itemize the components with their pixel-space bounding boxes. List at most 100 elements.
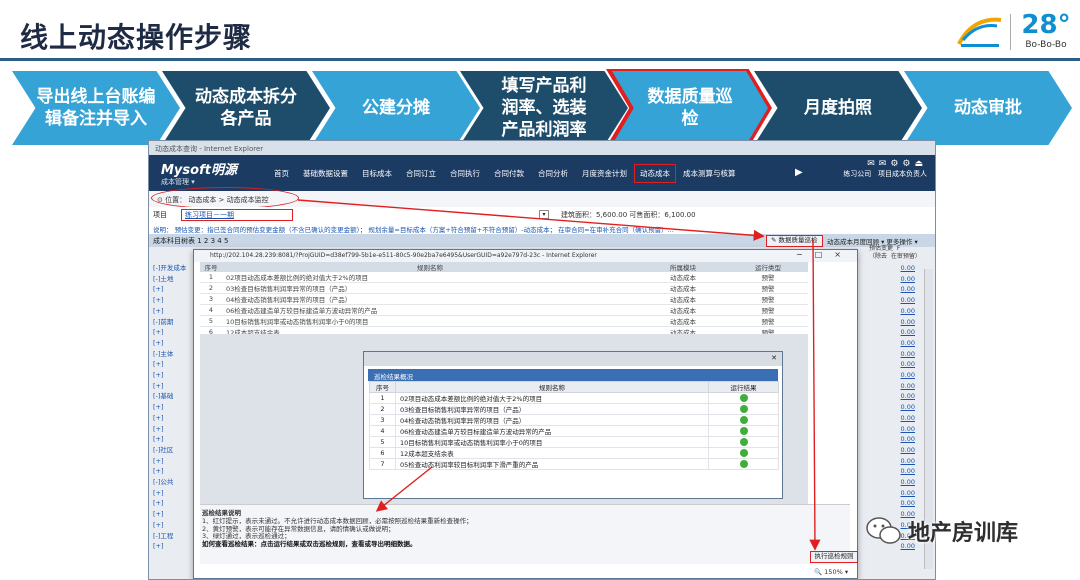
change-value-link[interactable]: 0.00	[875, 317, 915, 328]
result-row[interactable]: 3 04检查动态销售利润率异常的项目（产品）	[369, 414, 779, 426]
window-controls[interactable]: −□×	[796, 250, 853, 259]
tree-node[interactable]: [-]土地	[153, 274, 197, 285]
col-no: 序号	[200, 262, 222, 272]
project-select[interactable]: 练习项目－一期	[185, 210, 234, 220]
tree-node[interactable]: [-]公共	[153, 477, 197, 488]
tree-node[interactable]: [-]开发成本	[153, 263, 197, 274]
tree-node[interactable]: [-]社区	[153, 445, 197, 456]
result-status[interactable]	[708, 458, 779, 470]
tree-node[interactable]: [+]	[153, 370, 197, 381]
data-quality-button[interactable]: ✎ 数据质量巡检	[766, 235, 823, 247]
green-light-icon[interactable]	[739, 460, 748, 468]
green-light-icon[interactable]	[739, 449, 748, 457]
nav-monthly-plan[interactable]: 月度资金计划	[575, 168, 634, 179]
result-row[interactable]: 6 12成本超支结余表	[369, 447, 779, 459]
tree-node[interactable]: [+]	[153, 466, 197, 477]
tree-node[interactable]: [+]	[153, 284, 197, 295]
tree-node[interactable]: [-]前期	[153, 317, 197, 328]
tree-node[interactable]: [+]	[153, 295, 197, 306]
nav-contract-sign[interactable]: 合同订立	[399, 168, 443, 179]
nav-contract-exec[interactable]: 合同执行	[443, 168, 487, 179]
change-value-link[interactable]: 0.00	[875, 498, 915, 509]
change-value-link[interactable]: 0.00	[875, 338, 915, 349]
change-value-link[interactable]: 0.00	[875, 306, 915, 317]
green-light-icon[interactable]	[739, 416, 748, 424]
tree-node[interactable]: [+]	[153, 338, 197, 349]
tree-node[interactable]: [+]	[153, 381, 197, 392]
result-no: 7	[369, 458, 396, 470]
user-company[interactable]: 练习公司	[843, 170, 871, 178]
tree-node[interactable]: [+]	[153, 424, 197, 435]
tree-node[interactable]: [+]	[153, 509, 197, 520]
tree-node[interactable]: [+]	[153, 498, 197, 509]
change-value-link[interactable]: 0.00	[875, 424, 915, 435]
change-value-link[interactable]: 0.00	[875, 466, 915, 477]
change-value-link[interactable]: 0.00	[875, 445, 915, 456]
change-value-link[interactable]: 0.00	[875, 359, 915, 370]
tree-node[interactable]: [+]	[153, 434, 197, 445]
change-value-link[interactable]: 0.00	[875, 413, 915, 424]
change-value-link[interactable]: 0.00	[875, 488, 915, 499]
result-row[interactable]: 5 10目标销售利润率或动态销售利润率小于0的项目	[369, 436, 779, 448]
change-value-link[interactable]: 0.00	[875, 391, 915, 402]
nav-target-cost[interactable]: 目标成本	[355, 168, 399, 179]
tree-node[interactable]: [+]	[153, 520, 197, 531]
tree-node[interactable]: [+]	[153, 413, 197, 424]
chevron-down-icon[interactable]: ▾	[539, 210, 549, 219]
result-row[interactable]: 4 06检查动态建造单方较目标建造单方波动异常的产品	[369, 425, 779, 437]
green-light-icon[interactable]	[739, 394, 748, 402]
nav-contract-analysis[interactable]: 合同分析	[531, 168, 575, 179]
change-value-link[interactable]: 0.00	[875, 370, 915, 381]
tree-node[interactable]: [+]	[153, 541, 197, 552]
result-row[interactable]: 2 03检查目标销售利润率异常的项目（产品）	[369, 403, 779, 415]
result-row[interactable]: 7 05检查动态利润率较目标利润率下滑严重的产品	[369, 458, 779, 470]
result-status[interactable]	[708, 447, 779, 459]
tree-node[interactable]: [+]	[153, 327, 197, 338]
module-menu[interactable]: 成本管理 ▾	[161, 177, 195, 187]
result-status[interactable]	[708, 414, 779, 426]
change-value-link[interactable]: 0.00	[875, 349, 915, 360]
change-value-link[interactable]: 0.00	[875, 402, 915, 413]
tree-node[interactable]: [+]	[153, 456, 197, 467]
change-value-link[interactable]: 0.00	[875, 295, 915, 306]
nav-next-icon[interactable]: ▶	[795, 167, 803, 178]
result-status[interactable]	[708, 425, 779, 437]
run-rules-button[interactable]: 执行巡检规则	[810, 551, 858, 563]
tree-node[interactable]: [+]	[153, 488, 197, 499]
rule-row[interactable]: 4 06检查动态建造单方较目标建造单方波动异常的产品 动态成本 预警	[200, 304, 808, 316]
change-value-link[interactable]: 0.00	[875, 327, 915, 338]
green-light-icon[interactable]	[739, 427, 748, 435]
subject-tree-label[interactable]: 成本科目树表 1 2 3 4 5	[153, 237, 228, 245]
toolbar-icons[interactable]: ✉✉⚙⚙⏏	[843, 159, 927, 169]
change-value-link[interactable]: 0.00	[875, 381, 915, 392]
tree-node[interactable]: [+]	[153, 306, 197, 317]
result-status[interactable]	[708, 403, 779, 415]
change-value-link[interactable]: 0.00	[875, 456, 915, 467]
nav-home[interactable]: 首页	[267, 168, 296, 179]
nav-base-data[interactable]: 基础数据设置	[296, 168, 355, 179]
nav-dynamic-cost[interactable]: 动态成本	[634, 163, 676, 183]
nav-contract-pay[interactable]: 合同付款	[487, 168, 531, 179]
change-value-link[interactable]: 0.00	[875, 263, 915, 274]
tree-node[interactable]: [-]基础	[153, 391, 197, 402]
green-light-icon[interactable]	[739, 405, 748, 413]
result-status[interactable]	[708, 392, 779, 404]
nav-cost-calc[interactable]: 成本测算与核算	[676, 168, 743, 179]
green-light-icon[interactable]	[739, 438, 748, 446]
change-value-link[interactable]: 0.00	[875, 434, 915, 445]
tree-node[interactable]: [+]	[153, 359, 197, 370]
rule-row[interactable]: 3 04检查动态销售利润率异常的项目（产品） 动态成本 预警	[200, 293, 808, 305]
tree-node[interactable]: [-]主体	[153, 349, 197, 360]
change-value-link[interactable]: 0.00	[875, 284, 915, 295]
change-value-link[interactable]: 0.00	[875, 274, 915, 285]
change-value-link[interactable]: 0.00	[875, 477, 915, 488]
rule-row[interactable]: 5 10目标销售利润率或动态销售利润率小于0的项目 动态成本 预警	[200, 315, 808, 327]
zoom-level[interactable]: 🔍 150% ▾	[814, 568, 848, 576]
result-row[interactable]: 1 02项目动态成本差额比例的绝对值大于2%的项目	[369, 392, 779, 404]
tree-node[interactable]: [+]	[153, 402, 197, 413]
tree-node[interactable]: [-]工程	[153, 531, 197, 542]
rule-row[interactable]: 2 03检查目标销售利润率异常的项目（产品） 动态成本 预警	[200, 282, 808, 294]
close-icon[interactable]: ✕	[771, 354, 777, 362]
result-status[interactable]	[708, 436, 779, 448]
rule-row[interactable]: 1 02项目动态成本差额比例的绝对值大于2%的项目 动态成本 预警	[200, 272, 808, 283]
